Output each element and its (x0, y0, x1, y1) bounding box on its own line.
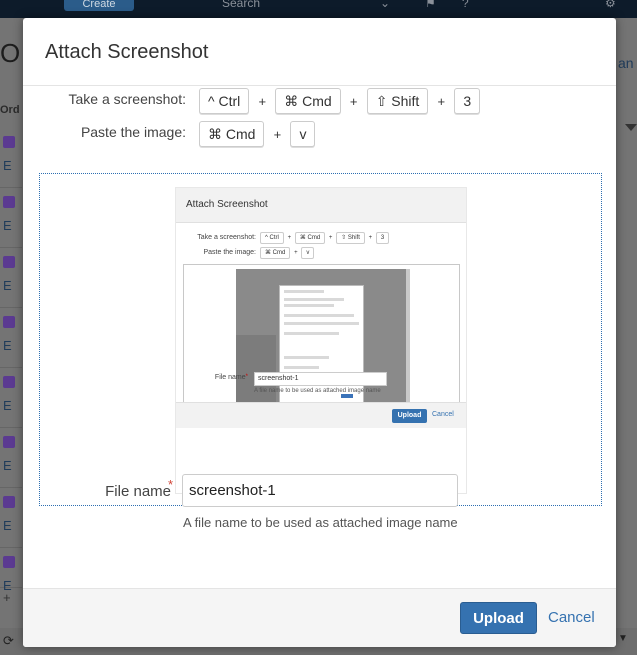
upload-button[interactable]: Upload (460, 602, 537, 634)
preview-paste-keys: ⌘ Cmd + v (260, 247, 315, 259)
paste-image-label: Paste the image: (80, 124, 186, 140)
right-link-partial: an (618, 55, 634, 71)
take-screenshot-shortcut: ^ Ctrl + ⌘ Cmd + ⇧ Shift + 3 (199, 88, 481, 114)
preview-upload-button: Upload (392, 409, 427, 423)
attach-screenshot-dialog: Attach Screenshot Take a screenshot: ^ C… (23, 18, 616, 647)
preview-key: ⇧ Shift (336, 232, 365, 244)
issue-row: E (0, 248, 22, 308)
issue-row: E (0, 188, 22, 248)
file-name-row: File name * (23, 474, 616, 508)
issue-type-icon (3, 316, 15, 328)
preview-dialog-title: Attach Screenshot (186, 199, 268, 210)
issue-type-icon (3, 196, 15, 208)
cancel-link[interactable]: Cancel (548, 609, 595, 626)
key-cmd: ⌘ Cmd (199, 121, 265, 147)
preview-key: ^ Ctrl (260, 232, 284, 244)
file-name-help: A file name to be used as attached image… (183, 515, 458, 530)
settings-icon: ⚙ (605, 0, 616, 10)
issue-type-icon (3, 556, 15, 568)
issue-key-partial: E (3, 518, 12, 533)
dialog-header: Attach Screenshot (23, 18, 616, 86)
preview-key-separator: + (368, 235, 373, 241)
preview-key: ⌘ Cmd (260, 247, 291, 259)
key-separator: + (273, 126, 282, 142)
preview-key: v (301, 247, 315, 259)
issue-row: E (0, 128, 22, 188)
issue-type-icon (3, 436, 15, 448)
preview-file-name-row: File name* screenshot-1 (176, 372, 466, 386)
column-header-partial: Ord (0, 104, 20, 116)
issue-row: E (0, 548, 22, 593)
dropdown-icon: ▼ (618, 633, 628, 644)
key-shift: ⇧ Shift (366, 88, 429, 114)
issue-key-partial: E (3, 218, 12, 233)
preview-paste-label: Paste the image: (203, 249, 256, 256)
key-ctrl: ^ Ctrl (199, 88, 250, 114)
preview-paste-area (183, 264, 460, 425)
preview-dialog-header: Attach Screenshot (176, 188, 466, 223)
preview-file-name-help: A file name to be used as attached image… (254, 388, 381, 394)
issue-type-icon (3, 256, 15, 268)
preview-file-name-label: File name* (214, 374, 248, 381)
dialog-title: Attach Screenshot (45, 41, 209, 63)
file-name-label: File name (105, 483, 171, 500)
preview-paste-row: Paste the image: ⌘ Cmd + v (176, 247, 466, 261)
preview-take-label: Take a screenshot: (197, 234, 256, 241)
preview-key: ⌘ Cmd (294, 232, 326, 244)
collapse-triangle-icon (625, 124, 637, 131)
issue-row: E (0, 428, 22, 488)
preview-take-row: Take a screenshot: ^ Ctrl + ⌘ Cmd + ⇧ Sh… (176, 232, 466, 246)
issue-key-partial: E (3, 338, 12, 353)
issue-type-icon (3, 136, 15, 148)
issue-row: E (0, 488, 22, 548)
dropdown-icon: ⌄ (380, 0, 391, 10)
notifications-icon: ⚑ (425, 0, 436, 10)
search-box: Search (222, 0, 261, 10)
pasted-screenshot-preview: Attach Screenshot Take a screenshot: ^ C… (175, 187, 467, 494)
paste-image-instruction: Paste the image: ⌘ Cmd + v (23, 119, 616, 147)
help-icon: ? (462, 0, 469, 10)
issue-key-partial: E (3, 398, 12, 413)
issue-key-partial: E (3, 158, 12, 173)
create-button: Create (64, 0, 134, 11)
key-cmd: ⌘ Cmd (275, 88, 341, 114)
screenshot-paste-area[interactable]: Attach Screenshot Take a screenshot: ^ C… (39, 173, 602, 506)
issue-type-icon (3, 496, 15, 508)
preview-file-name-input: screenshot-1 (254, 372, 387, 386)
issue-row: E (0, 308, 22, 368)
key-separator: + (258, 93, 267, 109)
preview-key: 3 (375, 232, 390, 244)
preview-footer-bar: Upload Cancel (176, 402, 466, 428)
key-v: v (290, 121, 316, 147)
issue-type-icon (3, 376, 15, 388)
dialog-footer: Upload Cancel (23, 588, 616, 647)
page-heading-partial: O (0, 38, 21, 68)
take-screenshot-label: Take a screenshot: (68, 91, 186, 107)
paste-image-shortcut: ⌘ Cmd + v (199, 121, 316, 147)
key-separator: + (349, 93, 358, 109)
issue-key-partial: E (3, 458, 12, 473)
issue-key-partial: E (3, 278, 12, 293)
required-marker: * (168, 477, 174, 492)
issue-row: E (0, 368, 22, 428)
add-icon: + (3, 590, 11, 605)
key-3: 3 (454, 88, 481, 114)
key-separator: + (437, 93, 446, 109)
preview-key-separator: + (294, 250, 298, 256)
preview-take-keys: ^ Ctrl + ⌘ Cmd + ⇧ Shift + 3 (260, 232, 390, 244)
recursive-screenshot-edge (406, 269, 410, 421)
preview-key-separator: + (287, 235, 292, 241)
file-name-input[interactable] (182, 474, 458, 507)
refresh-icon: ⟳ (3, 633, 14, 648)
take-screenshot-instruction: Take a screenshot: ^ Ctrl + ⌘ Cmd + ⇧ Sh… (23, 86, 616, 114)
preview-cancel-link: Cancel (432, 411, 454, 418)
preview-key-separator: + (328, 235, 333, 241)
